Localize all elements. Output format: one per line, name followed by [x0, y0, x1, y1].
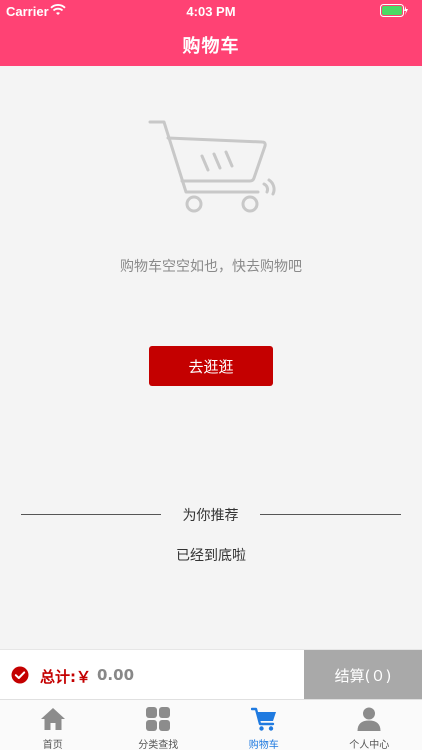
- recommend-title: 为你推荐: [182, 508, 239, 524]
- app-header: Carrier 4:03 PM 购物车: [0, 0, 422, 66]
- home-icon: [40, 708, 65, 730]
- cart-content: 购物车空空如也，快去购物吧 去逛逛 为你推荐 已经到底啦: [0, 66, 422, 649]
- empty-cart-icon: [148, 120, 276, 213]
- empty-cart-message: 购物车空空如也，快去购物吧: [120, 259, 302, 275]
- checkout-button[interactable]: 结算(０): [304, 650, 422, 700]
- battery-icon: [380, 4, 408, 17]
- tab-category[interactable]: 分类查找: [106, 700, 212, 750]
- tab-label: 购物车: [248, 740, 279, 750]
- status-bar: Carrier 4:03 PM: [0, 0, 422, 22]
- go-shopping-button[interactable]: 去逛逛: [149, 346, 273, 386]
- total-label: 总计:￥: [40, 668, 91, 686]
- end-of-list-text: 已经到底啦: [176, 548, 246, 564]
- tab-home[interactable]: 首页: [0, 700, 106, 750]
- tab-label: 个人中心: [349, 740, 390, 750]
- checkout-bar: 总计:￥ 0.00 结算(０): [0, 649, 422, 700]
- select-all-check-icon[interactable]: [11, 666, 29, 684]
- tab-profile[interactable]: 个人中心: [317, 700, 422, 750]
- page-title: 购物车: [182, 36, 240, 57]
- user-icon: [357, 707, 381, 731]
- tab-bar: 首页 分类查找 购物车 个人中心: [0, 699, 422, 750]
- tab-label: 分类查找: [138, 740, 179, 750]
- tab-cart[interactable]: 购物车: [211, 700, 317, 750]
- tab-label: 首页: [42, 740, 63, 750]
- total-value: 0.00: [97, 666, 135, 684]
- grid-icon: [146, 707, 171, 731]
- status-time: 4:03 PM: [186, 4, 236, 19]
- cart-icon: [250, 707, 276, 731]
- divider-left: [21, 514, 161, 515]
- divider-right: [260, 514, 401, 515]
